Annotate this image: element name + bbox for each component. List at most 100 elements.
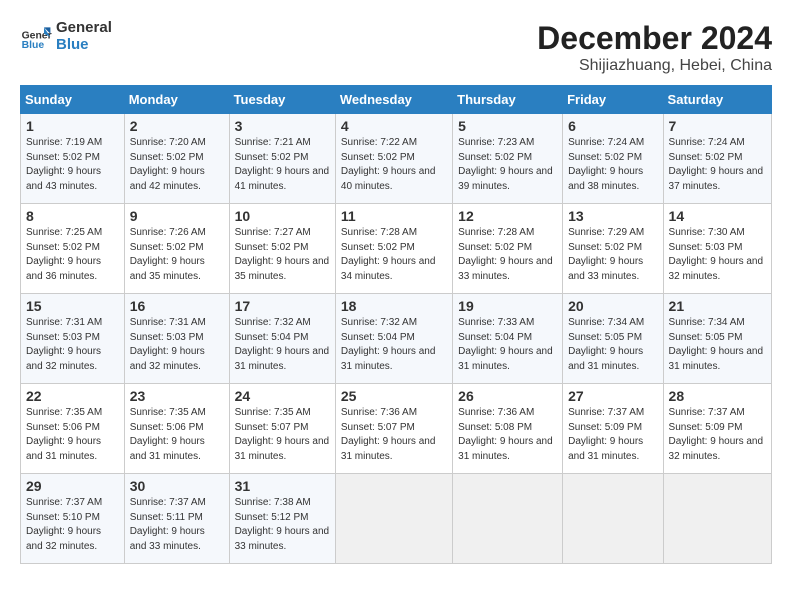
header-friday: Friday — [563, 86, 663, 114]
day-number: 9 — [130, 208, 224, 224]
day-info: Sunrise: 7:24 AMSunset: 5:02 PMDaylight:… — [568, 137, 644, 192]
day-number: 25 — [341, 388, 447, 404]
day-info: Sunrise: 7:31 AMSunset: 5:03 PMDaylight:… — [26, 317, 102, 372]
day-info: Sunrise: 7:29 AMSunset: 5:02 PMDaylight:… — [568, 227, 644, 282]
day-info: Sunrise: 7:28 AMSunset: 5:02 PMDaylight:… — [458, 227, 553, 282]
logo-general: General — [56, 20, 112, 37]
day-number: 23 — [130, 388, 224, 404]
svg-text:Blue: Blue — [22, 40, 45, 51]
day-number: 17 — [235, 298, 330, 314]
calendar-cell: 10 Sunrise: 7:27 AMSunset: 5:02 PMDaylig… — [229, 204, 335, 294]
calendar-cell: 16 Sunrise: 7:31 AMSunset: 5:03 PMDaylig… — [124, 294, 229, 384]
header-monday: Monday — [124, 86, 229, 114]
day-number: 8 — [26, 208, 119, 224]
day-number: 21 — [669, 298, 766, 314]
header-tuesday: Tuesday — [229, 86, 335, 114]
day-info: Sunrise: 7:37 AMSunset: 5:10 PMDaylight:… — [26, 497, 102, 552]
day-number: 24 — [235, 388, 330, 404]
header-saturday: Saturday — [663, 86, 771, 114]
calendar-cell: 8 Sunrise: 7:25 AMSunset: 5:02 PMDayligh… — [21, 204, 125, 294]
day-number: 29 — [26, 478, 119, 494]
calendar-cell: 5 Sunrise: 7:23 AMSunset: 5:02 PMDayligh… — [453, 114, 563, 204]
day-number: 16 — [130, 298, 224, 314]
day-info: Sunrise: 7:36 AMSunset: 5:07 PMDaylight:… — [341, 407, 436, 462]
day-number: 11 — [341, 208, 447, 224]
day-number: 27 — [568, 388, 657, 404]
day-number: 31 — [235, 478, 330, 494]
day-number: 10 — [235, 208, 330, 224]
day-info: Sunrise: 7:31 AMSunset: 5:03 PMDaylight:… — [130, 317, 206, 372]
calendar-cell: 14 Sunrise: 7:30 AMSunset: 5:03 PMDaylig… — [663, 204, 771, 294]
calendar-cell: 12 Sunrise: 7:28 AMSunset: 5:02 PMDaylig… — [453, 204, 563, 294]
calendar-week-row: 8 Sunrise: 7:25 AMSunset: 5:02 PMDayligh… — [21, 204, 772, 294]
calendar-cell: 15 Sunrise: 7:31 AMSunset: 5:03 PMDaylig… — [21, 294, 125, 384]
logo: General Blue General Blue — [20, 20, 112, 53]
day-info: Sunrise: 7:35 AMSunset: 5:06 PMDaylight:… — [26, 407, 102, 462]
day-number: 15 — [26, 298, 119, 314]
calendar-cell: 28 Sunrise: 7:37 AMSunset: 5:09 PMDaylig… — [663, 384, 771, 474]
day-info: Sunrise: 7:32 AMSunset: 5:04 PMDaylight:… — [235, 317, 330, 372]
calendar-cell: 19 Sunrise: 7:33 AMSunset: 5:04 PMDaylig… — [453, 294, 563, 384]
day-info: Sunrise: 7:34 AMSunset: 5:05 PMDaylight:… — [669, 317, 764, 372]
calendar-cell: 25 Sunrise: 7:36 AMSunset: 5:07 PMDaylig… — [335, 384, 452, 474]
calendar-cell: 9 Sunrise: 7:26 AMSunset: 5:02 PMDayligh… — [124, 204, 229, 294]
day-info: Sunrise: 7:37 AMSunset: 5:09 PMDaylight:… — [669, 407, 764, 462]
header-thursday: Thursday — [453, 86, 563, 114]
day-number: 12 — [458, 208, 557, 224]
calendar-cell: 24 Sunrise: 7:35 AMSunset: 5:07 PMDaylig… — [229, 384, 335, 474]
day-info: Sunrise: 7:38 AMSunset: 5:12 PMDaylight:… — [235, 497, 330, 552]
day-number: 18 — [341, 298, 447, 314]
day-number: 13 — [568, 208, 657, 224]
calendar-cell: 7 Sunrise: 7:24 AMSunset: 5:02 PMDayligh… — [663, 114, 771, 204]
calendar-week-row: 22 Sunrise: 7:35 AMSunset: 5:06 PMDaylig… — [21, 384, 772, 474]
calendar-cell: 21 Sunrise: 7:34 AMSunset: 5:05 PMDaylig… — [663, 294, 771, 384]
day-info: Sunrise: 7:36 AMSunset: 5:08 PMDaylight:… — [458, 407, 553, 462]
calendar-cell — [453, 474, 563, 564]
calendar-cell: 20 Sunrise: 7:34 AMSunset: 5:05 PMDaylig… — [563, 294, 663, 384]
page-title: December 2024 — [537, 20, 772, 57]
day-info: Sunrise: 7:25 AMSunset: 5:02 PMDaylight:… — [26, 227, 102, 282]
calendar-cell — [335, 474, 452, 564]
day-number: 2 — [130, 118, 224, 134]
day-info: Sunrise: 7:20 AMSunset: 5:02 PMDaylight:… — [130, 137, 206, 192]
day-info: Sunrise: 7:23 AMSunset: 5:02 PMDaylight:… — [458, 137, 553, 192]
day-number: 14 — [669, 208, 766, 224]
calendar-week-row: 1 Sunrise: 7:19 AMSunset: 5:02 PMDayligh… — [21, 114, 772, 204]
calendar-cell: 18 Sunrise: 7:32 AMSunset: 5:04 PMDaylig… — [335, 294, 452, 384]
day-info: Sunrise: 7:27 AMSunset: 5:02 PMDaylight:… — [235, 227, 330, 282]
calendar-table: SundayMondayTuesdayWednesdayThursdayFrid… — [20, 85, 772, 564]
day-info: Sunrise: 7:19 AMSunset: 5:02 PMDaylight:… — [26, 137, 102, 192]
day-info: Sunrise: 7:37 AMSunset: 5:09 PMDaylight:… — [568, 407, 644, 462]
calendar-cell: 23 Sunrise: 7:35 AMSunset: 5:06 PMDaylig… — [124, 384, 229, 474]
calendar-cell: 17 Sunrise: 7:32 AMSunset: 5:04 PMDaylig… — [229, 294, 335, 384]
calendar-cell: 31 Sunrise: 7:38 AMSunset: 5:12 PMDaylig… — [229, 474, 335, 564]
day-info: Sunrise: 7:37 AMSunset: 5:11 PMDaylight:… — [130, 497, 206, 552]
calendar-header-row: SundayMondayTuesdayWednesdayThursdayFrid… — [21, 86, 772, 114]
day-info: Sunrise: 7:26 AMSunset: 5:02 PMDaylight:… — [130, 227, 206, 282]
day-number: 4 — [341, 118, 447, 134]
day-info: Sunrise: 7:24 AMSunset: 5:02 PMDaylight:… — [669, 137, 764, 192]
day-info: Sunrise: 7:34 AMSunset: 5:05 PMDaylight:… — [568, 317, 644, 372]
calendar-cell — [563, 474, 663, 564]
calendar-week-row: 15 Sunrise: 7:31 AMSunset: 5:03 PMDaylig… — [21, 294, 772, 384]
day-info: Sunrise: 7:33 AMSunset: 5:04 PMDaylight:… — [458, 317, 553, 372]
calendar-cell: 22 Sunrise: 7:35 AMSunset: 5:06 PMDaylig… — [21, 384, 125, 474]
title-block: December 2024 Shijiazhuang, Hebei, China — [537, 20, 772, 75]
day-number: 28 — [669, 388, 766, 404]
day-number: 26 — [458, 388, 557, 404]
calendar-cell: 6 Sunrise: 7:24 AMSunset: 5:02 PMDayligh… — [563, 114, 663, 204]
day-number: 3 — [235, 118, 330, 134]
day-number: 6 — [568, 118, 657, 134]
calendar-week-row: 29 Sunrise: 7:37 AMSunset: 5:10 PMDaylig… — [21, 474, 772, 564]
calendar-cell: 29 Sunrise: 7:37 AMSunset: 5:10 PMDaylig… — [21, 474, 125, 564]
calendar-cell: 13 Sunrise: 7:29 AMSunset: 5:02 PMDaylig… — [563, 204, 663, 294]
day-number: 1 — [26, 118, 119, 134]
day-info: Sunrise: 7:22 AMSunset: 5:02 PMDaylight:… — [341, 137, 436, 192]
logo-blue: Blue — [56, 37, 112, 54]
day-number: 5 — [458, 118, 557, 134]
day-info: Sunrise: 7:21 AMSunset: 5:02 PMDaylight:… — [235, 137, 330, 192]
day-info: Sunrise: 7:30 AMSunset: 5:03 PMDaylight:… — [669, 227, 764, 282]
logo-icon: General Blue — [20, 21, 52, 53]
header-wednesday: Wednesday — [335, 86, 452, 114]
calendar-cell: 26 Sunrise: 7:36 AMSunset: 5:08 PMDaylig… — [453, 384, 563, 474]
